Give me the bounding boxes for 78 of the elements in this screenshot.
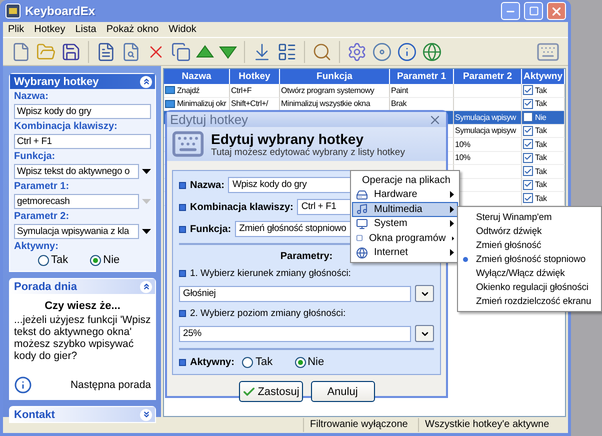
column-header[interactable]: Funkcja <box>280 69 390 84</box>
combo-field[interactable]: Głośniej <box>179 286 411 302</box>
tip-text: ...jeżeli użyjesz funkcji 'Wpisz tekst do aktywnego okna' możesz szybko wpisywać kody do gier? <box>14 314 151 362</box>
panel-title: Wybrany hotkey <box>14 76 99 88</box>
menu-item[interactable]: Internet <box>352 246 458 260</box>
column-header[interactable]: Parametr 1 <box>390 69 454 84</box>
cell-text: Minimalizuj okr <box>177 98 226 110</box>
combo-field[interactable]: Symulacja wpisywania z kla <box>14 224 139 239</box>
radio-option[interactable]: Nie <box>294 356 324 368</box>
field-label: Aktywny: <box>14 241 60 252</box>
dialog-subtitle: Tutaj możesz edytować wybrany z listy hotkey <box>211 146 405 158</box>
menu-item[interactable]: Multimedia <box>352 202 458 216</box>
field-label: Funkcja: <box>190 224 232 234</box>
dialog-title: Edytuj hotkey <box>170 112 248 127</box>
tip-heading: Czy wiesz że... <box>44 300 122 312</box>
status-text: Filtrowanie wyłączone <box>303 418 418 432</box>
column-header[interactable]: Hotkey <box>230 69 280 84</box>
cell-text: 10% <box>455 138 470 151</box>
menu-item[interactable]: Hotkey <box>34 24 66 35</box>
menu-item[interactable]: Widok <box>168 24 196 35</box>
panel-title: Porada dnia <box>14 280 77 292</box>
menu-item[interactable]: Okienko regulacji głośności <box>459 280 600 294</box>
field-label: Parametr 1: <box>14 181 70 192</box>
cell-text: Tak <box>535 166 547 178</box>
field-label: Nazwa: <box>190 180 224 190</box>
cell-text: Symulacja wpisyw <box>455 125 516 138</box>
cell-text: Tak <box>535 192 547 205</box>
cell-text: Otwórz program systemowy <box>281 84 374 97</box>
menu-item[interactable]: Zmień głośność stopniowo <box>459 252 600 266</box>
menu-item[interactable]: Odtwórz dźwięk <box>459 224 600 238</box>
field-label: Kombinacja klawiszy: <box>190 202 294 212</box>
cell-text: Brak <box>391 98 406 110</box>
menu-item[interactable]: Zmień rozdzielczość ekranu <box>459 294 600 308</box>
radio-option[interactable]: Nie <box>90 254 120 266</box>
field-label: Aktywny: <box>190 356 234 368</box>
field-label: Nazwa: <box>14 91 50 102</box>
dialog-heading: Edytuj wybrany hotkey <box>211 130 364 146</box>
apply-button[interactable]: Zastosuj <box>238 381 302 402</box>
cell-text: Tak <box>535 84 547 97</box>
cell-text: 10% <box>455 152 470 164</box>
cell-text: Minimalizuj wszystkie okna <box>281 98 370 110</box>
field-label: 1. Wybierz kierunek zmiany głośności: <box>190 268 351 279</box>
cell-text: Znajdź <box>177 84 200 97</box>
column-header[interactable]: Nazwa <box>164 69 230 84</box>
column-header[interactable]: Aktywny <box>522 69 565 84</box>
cell-text: Tak <box>535 98 547 110</box>
field-label: Funkcja: <box>14 151 56 162</box>
field-label: 2. Wybierz poziom zmiany głośności: <box>190 308 346 319</box>
radio-option[interactable]: Tak <box>242 356 273 368</box>
cell-text: Ctrl+F <box>231 84 252 97</box>
panel-title: Kontakt <box>14 408 55 420</box>
status-text: Wszystkie hotkey'e aktywne <box>418 418 558 432</box>
radio-option[interactable]: Tak <box>38 254 68 266</box>
cell-text: Tak <box>535 138 547 151</box>
window-title: KeyboardEx <box>25 4 96 18</box>
cell-text: Tak <box>535 152 547 164</box>
field-label: Kombinacja klawiszy: <box>14 121 118 132</box>
input-field[interactable]: Wpisz kody do gry <box>14 104 151 119</box>
menu-item[interactable]: Pokaż okno <box>106 24 159 35</box>
cancel-button[interactable]: Anuluj <box>310 381 374 402</box>
next-tip-link[interactable]: Następna porada <box>70 379 151 391</box>
column-header[interactable]: Parametr 2 <box>454 69 522 84</box>
cell-text: Nie <box>535 112 546 124</box>
cell-text: Tak <box>535 179 547 192</box>
menu-item[interactable]: Steruj Winamp'em <box>459 210 600 224</box>
section-title: Parametry: <box>280 251 333 262</box>
menu-item[interactable]: Zmień głośność <box>459 238 600 252</box>
input-field[interactable]: Ctrl + F1 <box>14 134 151 149</box>
combo-field[interactable]: 25% <box>179 326 411 342</box>
combo-field[interactable]: Wpisz tekst do aktywnego o <box>14 164 139 179</box>
menu-item[interactable]: Lista <box>75 24 96 35</box>
cell-text: Tak <box>535 125 547 138</box>
menu-item[interactable]: Plik <box>8 24 24 35</box>
cell-text: Symulacja wpisyw <box>455 112 516 124</box>
field-label: Parametr 2: <box>14 211 70 222</box>
cell-text: Paint <box>391 84 408 97</box>
cell-text: Shift+Ctrl+/ <box>231 98 268 110</box>
menu-item[interactable]: Wyłącz/Włącz dźwięk <box>459 266 600 280</box>
